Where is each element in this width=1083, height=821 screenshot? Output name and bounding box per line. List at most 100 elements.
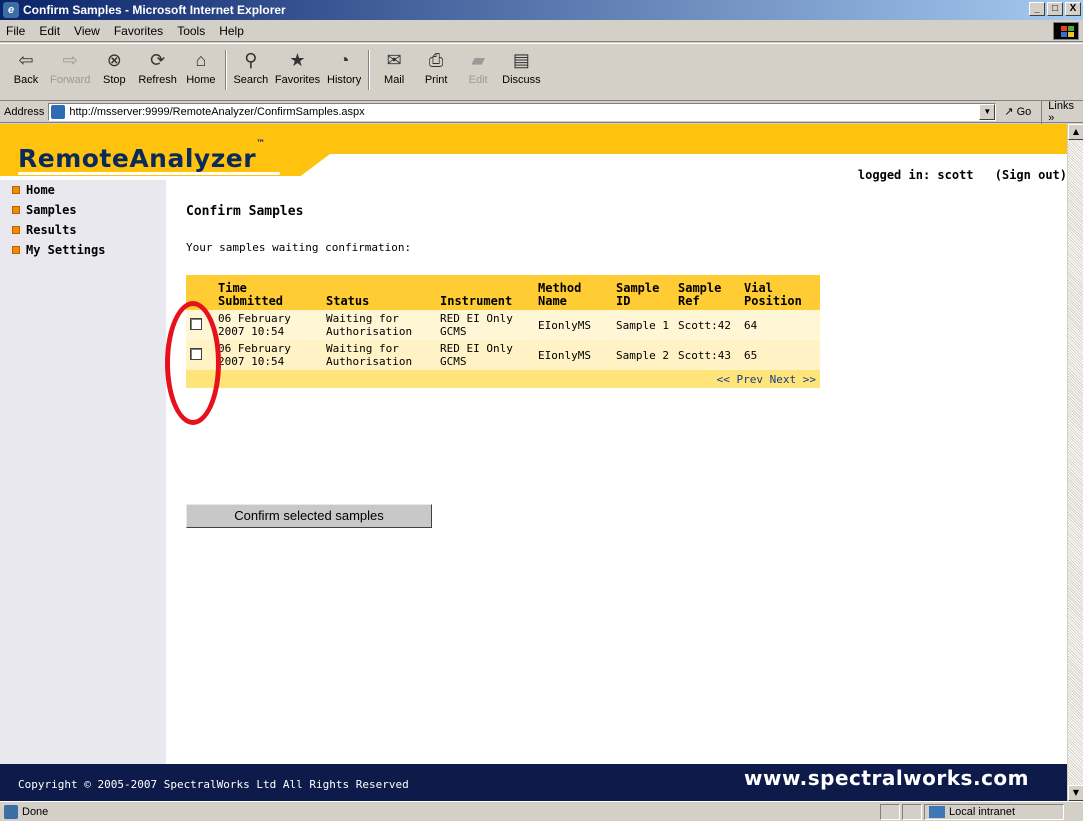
discuss-button[interactable]: ▤ Discuss bbox=[502, 48, 541, 87]
nav-results[interactable]: Results bbox=[0, 220, 166, 240]
window-title-bar: e Confirm Samples - Microsoft Internet E… bbox=[0, 0, 1083, 20]
sign-out-link[interactable]: (Sign out) bbox=[995, 168, 1067, 182]
favorites-icon: ★ bbox=[289, 49, 306, 70]
table-row: 06 February 2007 10:54 Waiting for Autho… bbox=[186, 340, 820, 370]
chevron-down-icon[interactable]: ▼ bbox=[979, 103, 996, 120]
pager-row: << Prev Next >> bbox=[186, 370, 820, 388]
menu-view[interactable]: View bbox=[74, 24, 100, 38]
cell-time: 06 February 2007 10:54 bbox=[214, 340, 322, 370]
page-icon bbox=[51, 104, 66, 119]
left-nav: Home Samples Results My Settings bbox=[0, 180, 166, 764]
edit-icon: ▰ bbox=[471, 49, 486, 70]
address-url: http://msserver:9999/RemoteAnalyzer/Conf… bbox=[69, 105, 365, 118]
ie-icon: e bbox=[3, 2, 19, 18]
samples-table: Time Submitted Status Instrument Method … bbox=[186, 275, 820, 388]
main-content: Confirm Samples Your samples waiting con… bbox=[186, 204, 1046, 528]
cell-vial: 64 bbox=[740, 310, 820, 340]
close-button[interactable]: X bbox=[1065, 2, 1081, 16]
home-icon: ⌂ bbox=[195, 49, 207, 70]
home-button[interactable]: ⌂ Home bbox=[183, 48, 219, 87]
scroll-up-icon[interactable]: ▲ bbox=[1068, 124, 1083, 140]
intranet-icon bbox=[929, 805, 945, 818]
menu-help[interactable]: Help bbox=[219, 24, 244, 38]
maximize-button[interactable]: □ bbox=[1047, 2, 1063, 16]
cell-status: Waiting for Authorisation bbox=[322, 310, 436, 340]
login-info: logged in: scott (Sign out) bbox=[858, 168, 1067, 182]
cell-time: 06 February 2007 10:54 bbox=[214, 310, 322, 340]
security-zone: Local intranet bbox=[924, 803, 1064, 820]
confirm-selected-button[interactable]: Confirm selected samples bbox=[186, 504, 432, 528]
bullet-icon bbox=[12, 226, 20, 234]
discuss-icon: ▤ bbox=[512, 49, 530, 70]
forward-arrow-icon: ⇨ bbox=[62, 49, 78, 70]
menu-tools[interactable]: Tools bbox=[177, 24, 205, 38]
nav-samples[interactable]: Samples bbox=[0, 200, 166, 220]
cell-method: EIonlyMS bbox=[534, 310, 612, 340]
column-header-sample-ref: Sample Ref bbox=[674, 275, 740, 310]
address-bar: Address http://msserver:9999/RemoteAnaly… bbox=[0, 99, 1083, 124]
back-button[interactable]: ⇦ Back bbox=[8, 48, 44, 87]
menu-file[interactable]: File bbox=[6, 24, 25, 38]
page-viewport: RemoteAnalyzer™ logged in: scott (Sign o… bbox=[0, 124, 1067, 801]
minimize-button[interactable]: _ bbox=[1029, 2, 1045, 16]
back-arrow-icon: ⇦ bbox=[18, 49, 34, 70]
history-button[interactable]: ◔ History bbox=[326, 48, 362, 87]
address-label: Address bbox=[4, 105, 45, 118]
nav-my-settings[interactable]: My Settings bbox=[0, 240, 166, 260]
page-title: Confirm Samples bbox=[186, 204, 304, 219]
toolbar: ⇦ Back ⇨ Forward ⊗ Stop ⟳ Refresh ⌂ Home… bbox=[0, 43, 1083, 101]
edit-button[interactable]: ▰ Edit bbox=[460, 48, 496, 87]
toolbar-separator bbox=[368, 50, 371, 90]
search-button[interactable]: ⚲ Search bbox=[233, 48, 269, 87]
status-bar: Done Local intranet bbox=[0, 801, 1083, 821]
column-header-time: Time Submitted bbox=[214, 275, 322, 310]
toolbar-separator bbox=[224, 50, 227, 90]
menu-favorites[interactable]: Favorites bbox=[114, 24, 163, 38]
page-subtitle: Your samples waiting confirmation: bbox=[186, 241, 412, 254]
status-panel bbox=[880, 803, 900, 820]
favorites-button[interactable]: ★ Favorites bbox=[275, 48, 320, 87]
logged-in-text: logged in: scott bbox=[857, 168, 974, 182]
mail-button[interactable]: ✉ Mail bbox=[376, 48, 412, 87]
stop-button[interactable]: ⊗ Stop bbox=[96, 48, 132, 87]
scroll-down-icon[interactable]: ▼ bbox=[1068, 785, 1083, 801]
menu-edit[interactable]: Edit bbox=[39, 24, 60, 38]
copyright-text: Copyright © 2005-2007 SpectralWorks Ltd … bbox=[18, 778, 409, 791]
bullet-icon bbox=[12, 206, 20, 214]
status-text-area: Done bbox=[0, 804, 880, 819]
go-button[interactable]: ↗ Go bbox=[1004, 105, 1031, 119]
annotation-circle bbox=[165, 301, 221, 425]
bullet-icon bbox=[12, 246, 20, 254]
status-text: Done bbox=[22, 805, 49, 818]
cell-instrument: RED EI Only GCMS bbox=[436, 340, 534, 370]
column-header-vial: Vial Position bbox=[740, 275, 820, 310]
pager-links[interactable]: << Prev Next >> bbox=[186, 370, 820, 388]
column-header-instrument: Instrument bbox=[436, 275, 534, 310]
website-text: www.spectralworks.com bbox=[744, 766, 1029, 790]
logo-underline bbox=[18, 172, 280, 175]
vertical-scrollbar[interactable]: ▲ ▼ bbox=[1067, 124, 1083, 801]
column-header-status: Status bbox=[322, 275, 436, 310]
go-arrow-icon: ↗ bbox=[1004, 106, 1014, 118]
cell-status: Waiting for Authorisation bbox=[322, 340, 436, 370]
window-controls: _ □ X bbox=[1029, 2, 1081, 16]
cell-sample-ref: Scott:42 bbox=[674, 310, 740, 340]
print-button[interactable]: ⎙ Print bbox=[418, 48, 454, 87]
site-logo[interactable]: RemoteAnalyzer™ bbox=[18, 139, 266, 173]
cell-method: EIonlyMS bbox=[534, 340, 612, 370]
status-panel bbox=[902, 803, 922, 820]
forward-button[interactable]: ⇨ Forward bbox=[50, 48, 90, 87]
cell-sample-id: Sample 1 bbox=[612, 310, 674, 340]
refresh-icon: ⟳ bbox=[150, 49, 166, 70]
search-icon: ⚲ bbox=[244, 49, 258, 70]
nav-home[interactable]: Home bbox=[0, 180, 166, 200]
address-input[interactable]: http://msserver:9999/RemoteAnalyzer/Conf… bbox=[48, 102, 997, 121]
windows-logo-icon bbox=[1053, 22, 1079, 40]
menu-bar: File Edit View Favorites Tools Help bbox=[0, 20, 1083, 42]
cell-sample-ref: Scott:43 bbox=[674, 340, 740, 370]
table-header-row: Time Submitted Status Instrument Method … bbox=[186, 275, 820, 310]
refresh-button[interactable]: ⟳ Refresh bbox=[138, 48, 177, 87]
window-title: Confirm Samples - Microsoft Internet Exp… bbox=[23, 3, 286, 17]
column-header-method: Method Name bbox=[534, 275, 612, 310]
links-button[interactable]: Links » bbox=[1041, 99, 1083, 124]
